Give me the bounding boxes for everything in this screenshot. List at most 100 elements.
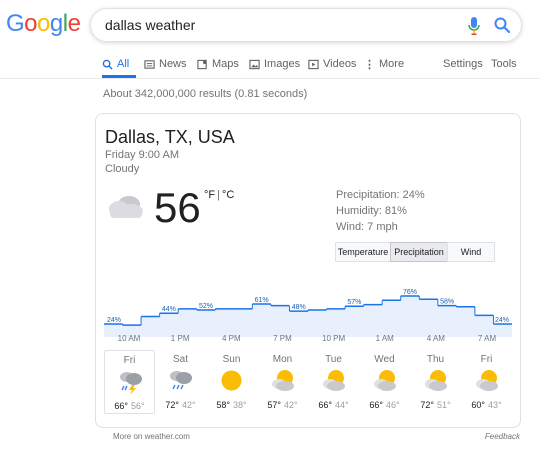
low-temp: 42° xyxy=(182,400,196,410)
weather-location[interactable]: Dallas, TX, USA xyxy=(105,127,235,148)
time-tick-label: 1 AM xyxy=(375,334,394,343)
tab-label: Videos xyxy=(323,58,357,70)
unit-celsius[interactable]: °C xyxy=(222,189,234,201)
partly-cloudy-icon xyxy=(425,370,447,391)
partly-cloudy-icon xyxy=(272,370,294,391)
tab-label: Settings xyxy=(443,58,483,70)
day-temps: 66° 56° xyxy=(105,401,154,411)
precipitation-data-label: 76% xyxy=(403,289,417,296)
day-name: Sun xyxy=(222,354,241,365)
forecast-day[interactable]: Fri 66° 56° xyxy=(104,350,155,414)
low-temp: 42° xyxy=(284,400,298,410)
unit-fahrenheit[interactable]: °F xyxy=(204,189,215,201)
low-temp: 43° xyxy=(488,400,502,410)
time-tick-label: 10 PM xyxy=(322,334,346,343)
feedback-link[interactable]: Feedback xyxy=(485,432,520,441)
tab-news[interactable]: News xyxy=(144,56,187,72)
high-temp: 66° xyxy=(114,401,128,411)
precipitation-value: Precipitation: 24% xyxy=(336,189,425,201)
map-icon xyxy=(197,59,207,69)
low-temp: 51° xyxy=(437,400,451,410)
rain-icon xyxy=(170,371,192,390)
tab-more[interactable]: ⋮ More xyxy=(364,56,404,72)
time-tick-label: 7 AM xyxy=(477,334,497,343)
forecast-day[interactable]: Sun 58° 38° xyxy=(206,350,257,414)
weather-source-link[interactable]: More on weather.com xyxy=(113,432,190,441)
day-name: Mon xyxy=(272,354,293,365)
search-box[interactable] xyxy=(90,8,522,42)
result-stats: About 342,000,000 results (0.81 seconds) xyxy=(103,88,308,100)
tab-videos[interactable]: Videos xyxy=(308,56,356,72)
precipitation-data-label: 57% xyxy=(347,299,361,306)
tab-settings[interactable]: Settings xyxy=(443,56,483,72)
high-temp: 72° xyxy=(165,400,179,410)
day-temps: 57° 42° xyxy=(257,400,308,410)
precipitation-data-label: 61% xyxy=(255,297,269,304)
temperature-tab[interactable]: Temperature xyxy=(335,242,391,262)
partly-cloudy-icon xyxy=(374,370,396,391)
high-temp: 66° xyxy=(318,400,332,410)
day-temps: 72° 42° xyxy=(155,400,206,410)
partly-cloudy-icon xyxy=(476,370,498,391)
day-temps: 66° 46° xyxy=(359,400,410,410)
chart-mode-toggle: Temperature Precipitation Wind xyxy=(335,242,495,262)
low-temp: 38° xyxy=(233,400,247,410)
precipitation-chart: 24% 44% 52% 61% 48% 57% 76% 58% 24% xyxy=(104,289,512,337)
tab-all[interactable]: All xyxy=(102,56,129,72)
news-icon xyxy=(144,59,155,69)
wind-tab[interactable]: Wind xyxy=(447,242,495,262)
logo-letter: o xyxy=(37,10,50,37)
high-temp: 58° xyxy=(216,400,230,410)
forecast-day[interactable]: Mon 57° 42° xyxy=(257,350,308,414)
search-input[interactable] xyxy=(105,15,445,35)
image-icon xyxy=(249,59,260,69)
humidity-value: Humidity: 81% xyxy=(336,205,407,217)
forecast-day[interactable]: Sat 72° 42° xyxy=(155,350,206,414)
unit-separator: | xyxy=(217,189,220,201)
precipitation-data-label: 44% xyxy=(162,306,176,313)
header-divider xyxy=(0,78,540,79)
forecast-day[interactable]: Wed 66° 46° xyxy=(359,350,410,414)
current-temperature: 56 xyxy=(154,184,201,231)
low-temp: 44° xyxy=(335,400,349,410)
day-name: Sat xyxy=(172,354,188,365)
day-name: Fri xyxy=(123,355,136,366)
time-tick-label: 7 PM xyxy=(273,334,292,343)
thunderstorm-icon xyxy=(120,372,142,395)
day-temps: 60° 43° xyxy=(461,400,512,410)
day-temps: 58° 38° xyxy=(206,400,257,410)
weather-time: Friday 9:00 AM xyxy=(105,149,179,161)
google-logo[interactable]: Google xyxy=(6,10,81,38)
logo-letter: e xyxy=(67,10,81,37)
wind-value: Wind: 7 mph xyxy=(336,221,398,233)
precipitation-tab[interactable]: Precipitation xyxy=(390,242,448,262)
tab-tools[interactable]: Tools xyxy=(491,56,517,72)
forecast-day[interactable]: Tue 66° 44° xyxy=(308,350,359,414)
sun-icon xyxy=(221,370,242,391)
microphone-icon[interactable] xyxy=(467,17,481,35)
time-tick-label: 4 AM xyxy=(426,334,445,343)
low-temp: 46° xyxy=(386,400,400,410)
chart-time-axis: 10 AM 1 PM 4 PM 7 PM 10 PM 1 AM 4 AM 7 AM xyxy=(104,334,512,346)
search-icon[interactable] xyxy=(493,16,511,34)
tab-label: News xyxy=(159,58,187,70)
weather-condition: Cloudy xyxy=(105,163,140,175)
forecast-day[interactable]: Thu 72° 51° xyxy=(410,350,461,414)
weather-details: Precipitation: 24% Humidity: 81% Wind: 7… xyxy=(336,187,425,235)
search-tabs: All News Maps Images Videos ⋮ More Setti… xyxy=(102,56,540,76)
logo-letter: o xyxy=(24,10,38,37)
tab-images[interactable]: Images xyxy=(249,56,300,72)
high-temp: 60° xyxy=(471,400,485,410)
tab-maps[interactable]: Maps xyxy=(197,56,239,72)
time-tick-label: 10 AM xyxy=(117,334,141,343)
forecast-day[interactable]: Fri 60° 43° xyxy=(461,350,512,414)
precipitation-data-label: 58% xyxy=(440,299,454,306)
play-icon xyxy=(308,59,319,69)
tab-label: Images xyxy=(264,58,301,70)
logo-letter: g xyxy=(49,10,63,37)
weather-card: Dallas, TX, USA Friday 9:00 AM Cloudy 56… xyxy=(95,113,521,428)
day-name: Wed xyxy=(374,354,395,365)
tab-label: Tools xyxy=(491,58,517,70)
logo-letter: G xyxy=(6,10,25,37)
precipitation-data-label: 52% xyxy=(199,303,213,310)
